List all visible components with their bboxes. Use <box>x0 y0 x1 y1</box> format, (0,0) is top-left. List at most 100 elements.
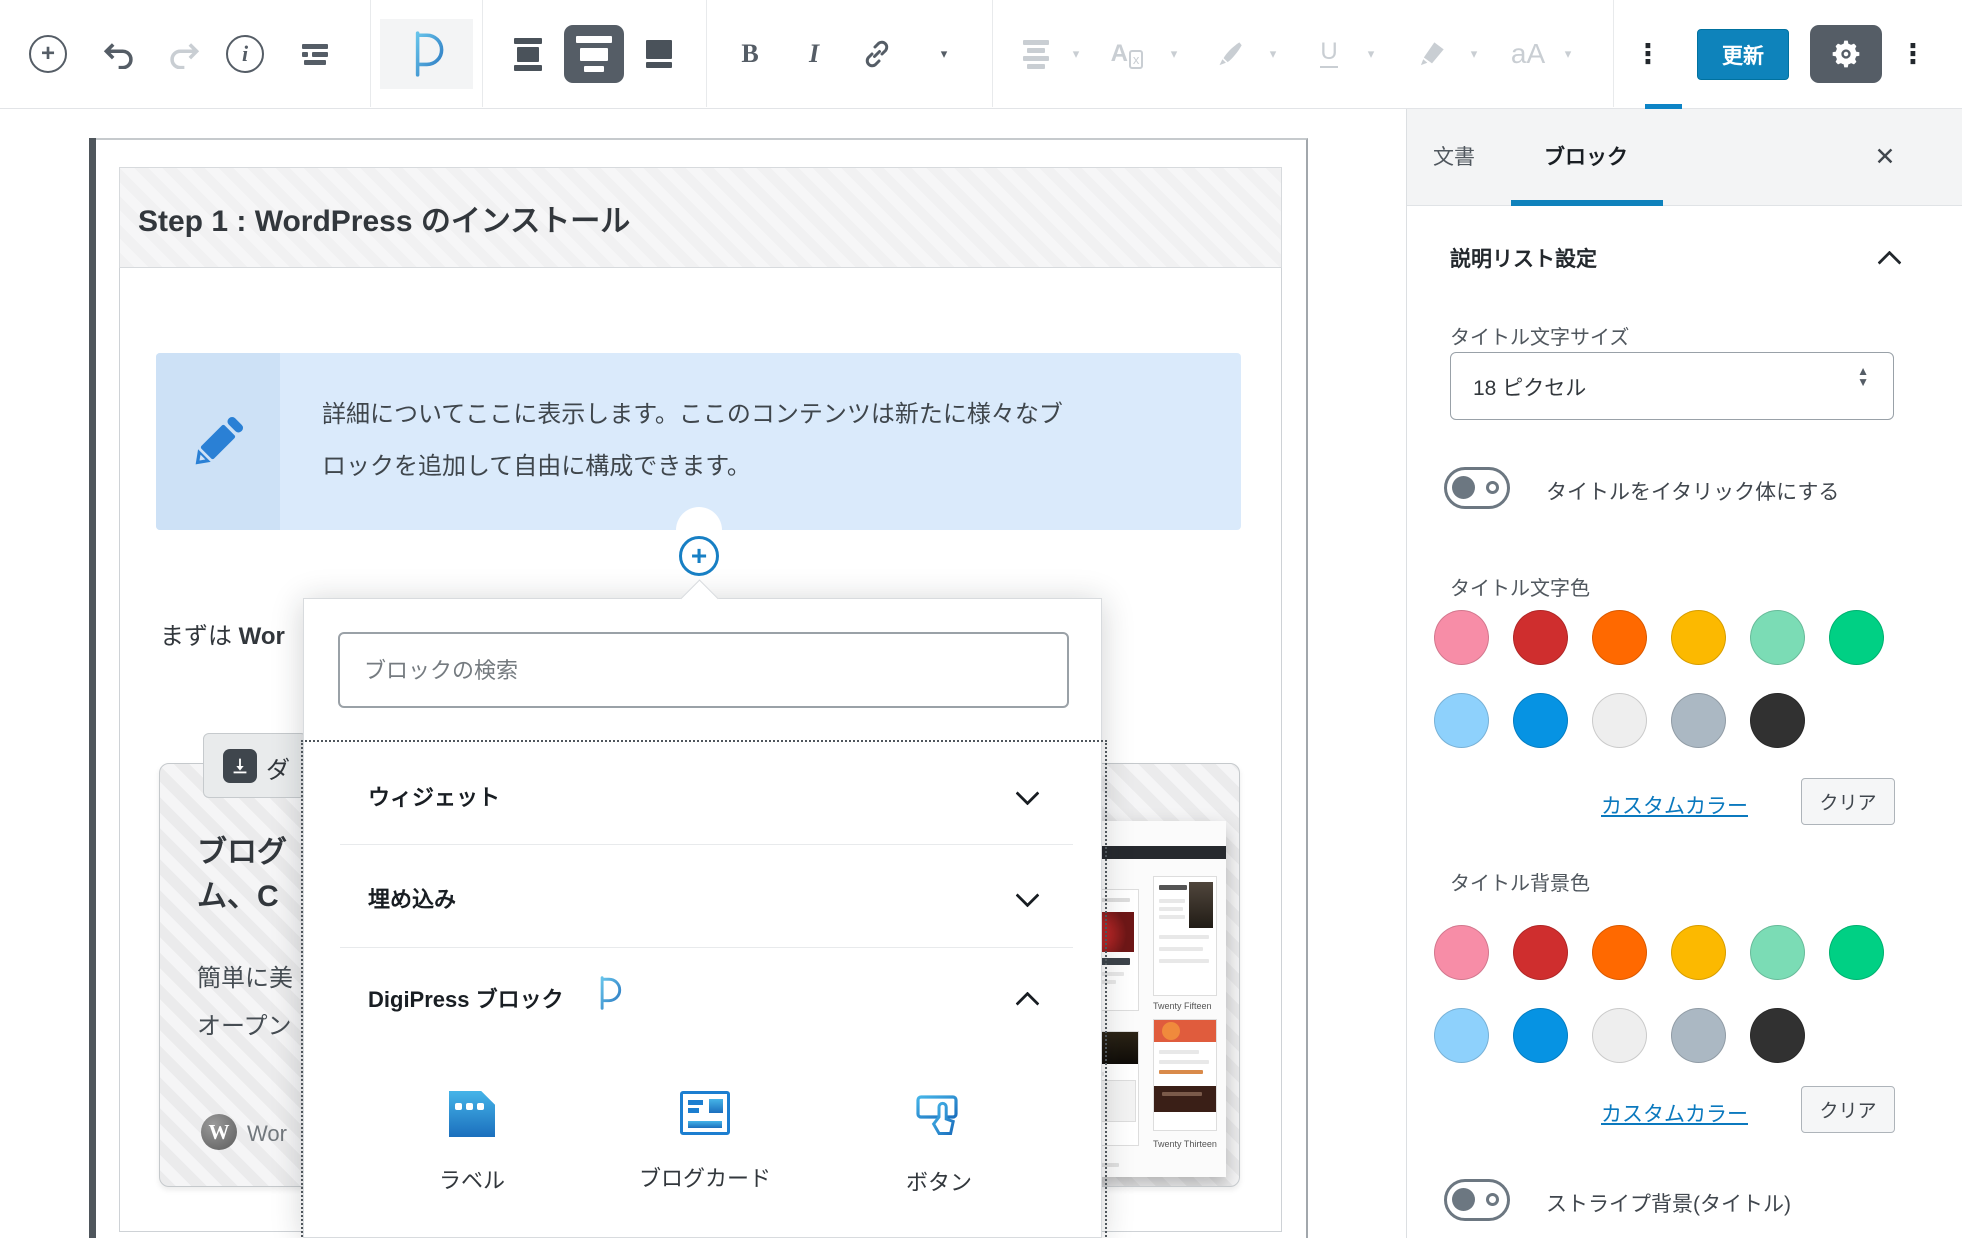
custom-color-link[interactable]: カスタムカラー <box>1601 1098 1748 1128</box>
digipress-block-parent-button[interactable] <box>380 19 473 89</box>
block-type-button-button[interactable]: ボタン <box>856 1091 1022 1197</box>
color-swatch[interactable] <box>1513 610 1568 665</box>
section-label: ウィジェット <box>368 780 500 812</box>
info-callout-block[interactable]: 詳細についてここに表示します。ここのコンテンツは新たに様々なブ ロックを追加して… <box>156 353 1241 530</box>
toolbar-separator <box>992 0 993 107</box>
color-swatch[interactable] <box>1592 1008 1647 1063</box>
button-block-icon <box>914 1091 964 1139</box>
italic-icon: I <box>809 39 819 69</box>
brush-button-disabled <box>1208 32 1252 76</box>
toggle-knob <box>1452 476 1475 499</box>
underline-button-disabled: U <box>1307 32 1351 76</box>
block-more-options-button[interactable]: ⋮ <box>1631 32 1665 76</box>
paragraph-text[interactable]: まずは Wor <box>160 616 285 651</box>
stripe-bg-toggle[interactable] <box>1444 1179 1510 1221</box>
icon-position-top-button[interactable] <box>506 32 550 76</box>
chevron-down-icon: ▾ <box>941 46 948 62</box>
marker-button-disabled <box>1410 32 1454 76</box>
bg-color-label: タイトル背景色 <box>1450 867 1590 896</box>
color-swatch[interactable] <box>1434 925 1489 980</box>
add-block-button[interactable]: + <box>26 32 70 76</box>
toggle-off-ring <box>1486 1193 1499 1206</box>
color-swatch[interactable] <box>1750 610 1805 665</box>
stripe-toggle-label: ストライプ背景(タイトル) <box>1546 1188 1791 1218</box>
color-swatch[interactable] <box>1829 610 1884 665</box>
section-label: DigiPress ブロック <box>368 982 564 1014</box>
color-swatch[interactable] <box>1513 925 1568 980</box>
color-swatch[interactable] <box>1750 1008 1805 1063</box>
block-type-blogcard-button[interactable]: ブログカード <box>622 1091 788 1193</box>
chevron-down-icon: ▾ <box>1263 40 1283 68</box>
tab-block[interactable]: ブロック <box>1544 141 1628 171</box>
panel-title[interactable]: 説明リスト設定 <box>1450 243 1597 273</box>
inline-add-block-button[interactable]: + <box>679 536 719 576</box>
bold-button[interactable]: B <box>728 32 772 76</box>
wordpress-logo: W <box>201 1114 237 1150</box>
color-swatch[interactable] <box>1671 693 1726 748</box>
close-sidebar-button[interactable]: ✕ <box>1862 134 1908 180</box>
color-swatch[interactable] <box>1434 693 1489 748</box>
color-swatch[interactable] <box>1592 925 1647 980</box>
color-swatch[interactable] <box>1592 610 1647 665</box>
download-button[interactable]: ダ <box>203 733 307 798</box>
translate-icon: A <box>1111 40 1128 68</box>
toolbar-separator <box>706 0 707 107</box>
digipress-logo-icon <box>596 975 622 1011</box>
undo-icon <box>103 39 137 69</box>
blog-card-title: ブログ ム、C <box>197 831 287 919</box>
color-swatch[interactable] <box>1592 693 1647 748</box>
toggle-knob <box>1452 1188 1475 1211</box>
block-heading-text: Step 1 : WordPress のインストール <box>138 196 630 240</box>
color-swatch[interactable] <box>1513 693 1568 748</box>
settings-button[interactable] <box>1810 25 1882 83</box>
brush-icon <box>1216 40 1244 68</box>
theme-name-label: Twenty Thirteen <box>1153 1139 1217 1149</box>
clear-color-button[interactable]: クリア <box>1801 1086 1895 1133</box>
block-navigation-button[interactable] <box>293 32 337 76</box>
clear-color-button[interactable]: クリア <box>1801 778 1895 825</box>
tab-document[interactable]: 文書 <box>1433 141 1475 171</box>
marker-icon <box>1418 40 1446 68</box>
more-formatting-dropdown[interactable]: ▾ <box>934 40 954 68</box>
top-toolbar: + i <box>0 0 1962 109</box>
icon-position-bottom-button[interactable] <box>637 32 681 76</box>
plus-icon: + <box>29 35 67 73</box>
italic-toggle[interactable] <box>1444 467 1510 509</box>
color-swatch[interactable] <box>1513 1008 1568 1063</box>
custom-color-link[interactable]: カスタムカラー <box>1601 790 1748 820</box>
block-type-label-button[interactable]: ラベル <box>389 1091 555 1195</box>
redo-button[interactable] <box>161 32 205 76</box>
content-structure-button[interactable]: i <box>223 32 267 76</box>
color-swatch[interactable] <box>1750 925 1805 980</box>
undo-button[interactable] <box>98 32 142 76</box>
blog-card-site-name: Wor <box>247 1121 287 1147</box>
icon-position-middle-button-selected[interactable] <box>564 25 624 83</box>
link-button[interactable] <box>855 32 899 76</box>
color-swatch[interactable] <box>1671 610 1726 665</box>
color-swatch[interactable] <box>1829 925 1884 980</box>
layout-top-icon <box>514 38 542 71</box>
block-search-field[interactable] <box>338 632 1069 708</box>
color-swatch[interactable] <box>1434 1008 1489 1063</box>
editor-more-options-button[interactable]: ⋮ <box>1896 32 1930 76</box>
update-button[interactable]: 更新 <box>1697 29 1789 80</box>
dl-block-title[interactable]: Step 1 : WordPress のインストール <box>119 167 1282 268</box>
chevron-down-icon: ▾ <box>1558 40 1578 68</box>
color-swatch[interactable] <box>1750 693 1805 748</box>
sidebar-tab-bar: 文書 ブロック ✕ <box>1407 108 1962 206</box>
color-swatch[interactable] <box>1671 925 1726 980</box>
callout-text[interactable]: 詳細についてここに表示します。ここのコンテンツは新たに様々なブ ロックを追加して… <box>322 389 1202 493</box>
color-swatch[interactable] <box>1671 1008 1726 1063</box>
chevron-up-icon[interactable] <box>1877 250 1901 274</box>
underline-icon: U <box>1320 40 1337 68</box>
close-icon: ✕ <box>1875 142 1896 172</box>
color-swatch[interactable] <box>1434 610 1489 665</box>
search-input[interactable] <box>362 634 1046 708</box>
kebab-icon: ⋮ <box>1900 39 1927 70</box>
chevron-down-icon: ▾ <box>1066 40 1086 68</box>
italic-button[interactable]: I <box>792 32 836 76</box>
info-icon: i <box>226 35 264 73</box>
download-label: ダ <box>266 750 290 785</box>
font-size-select[interactable]: 18 ピクセル ▲▼ <box>1450 352 1894 420</box>
callout-icon-column <box>156 353 280 530</box>
